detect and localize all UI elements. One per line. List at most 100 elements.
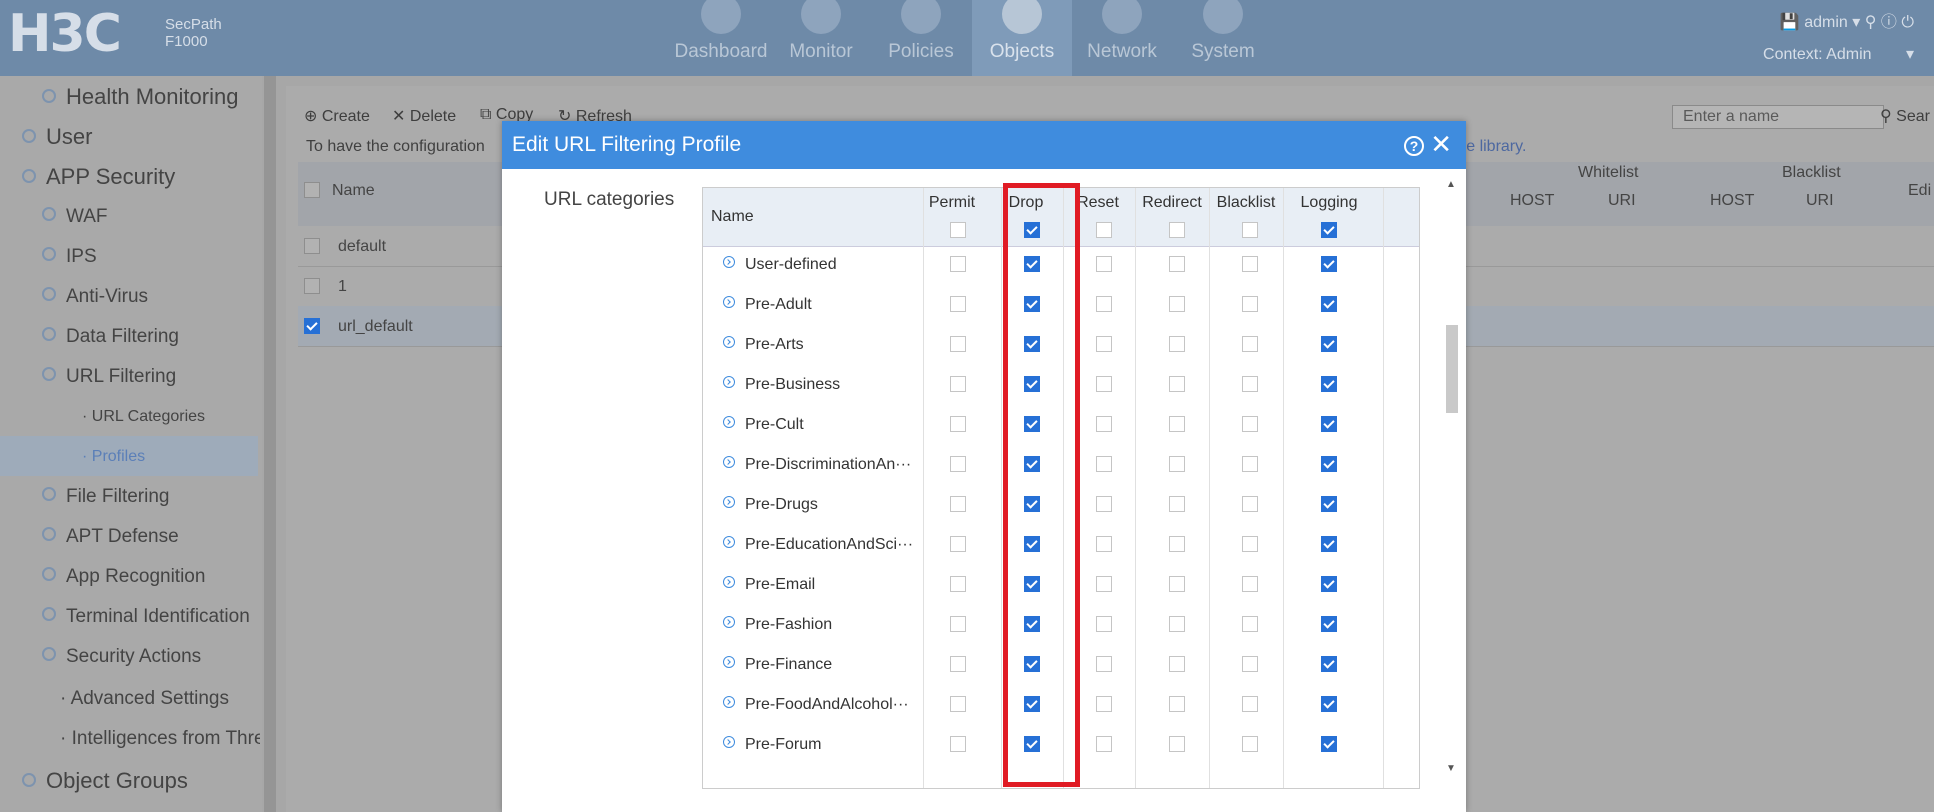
logging-checkbox[interactable] [1321,496,1337,512]
redirect-all-checkbox[interactable] [1169,222,1185,238]
redirect-checkbox[interactable] [1169,536,1185,552]
help-icon[interactable]: ⓘ [1881,14,1897,31]
blacklist-all-checkbox[interactable] [1242,222,1258,238]
logging-checkbox[interactable] [1321,616,1337,632]
logging-checkbox[interactable] [1321,576,1337,592]
delete-button[interactable]: ✕ Delete [392,106,456,126]
create-button[interactable]: ⊕ Create [304,106,370,126]
sidebar-item-security-actions[interactable]: Security Actions [42,646,201,668]
search-icon[interactable]: ⚲ [1865,14,1877,31]
select-all-checkbox[interactable] [304,182,320,198]
sidebar-item-waf[interactable]: WAF [42,206,108,228]
sidebar-item-url-filtering[interactable]: URL Filtering [42,366,176,388]
redirect-checkbox[interactable] [1169,496,1185,512]
logging-all-checkbox[interactable] [1321,222,1337,238]
row-checkbox[interactable] [304,278,320,294]
reset-checkbox[interactable] [1096,496,1112,512]
blacklist-checkbox[interactable] [1242,416,1258,432]
reset-checkbox[interactable] [1096,736,1112,752]
sidebar-item-data-filtering[interactable]: Data Filtering [42,326,179,348]
save-icon[interactable]: 💾 [1780,14,1800,31]
sidebar-item-object-groups[interactable]: Object Groups [22,768,188,794]
sidebar-item-anti-virus[interactable]: Anti-Virus [42,286,148,308]
reset-checkbox[interactable] [1096,696,1112,712]
logging-checkbox[interactable] [1321,416,1337,432]
scroll-thumb[interactable] [1446,325,1458,413]
sidebar-item-terminal-identification[interactable]: Terminal Identification [42,606,250,628]
redirect-checkbox[interactable] [1169,616,1185,632]
permit-checkbox[interactable] [950,336,966,352]
redirect-checkbox[interactable] [1169,696,1185,712]
blacklist-checkbox[interactable] [1242,296,1258,312]
permit-all-checkbox[interactable] [950,222,966,238]
permit-checkbox[interactable] [950,656,966,672]
sidebar-item-file-filtering[interactable]: File Filtering [42,486,169,508]
close-icon[interactable]: ✕ [1430,131,1452,157]
permit-checkbox[interactable] [950,256,966,272]
blacklist-checkbox[interactable] [1242,656,1258,672]
sidebar-item-app-recognition[interactable]: App Recognition [42,566,205,588]
blacklist-checkbox[interactable] [1242,696,1258,712]
user-menu[interactable]: 💾 admin ▾ ⚲ ⓘ ⏻ [1780,8,1914,32]
row-checkbox[interactable] [304,318,320,334]
blacklist-checkbox[interactable] [1242,456,1258,472]
sidebar-scrollbar[interactable] [264,76,276,812]
search-input[interactable]: Enter a name [1672,105,1884,129]
blacklist-checkbox[interactable] [1242,496,1258,512]
logging-checkbox[interactable] [1321,696,1337,712]
row-checkbox[interactable] [304,238,320,254]
logging-checkbox[interactable] [1321,376,1337,392]
logging-checkbox[interactable] [1321,536,1337,552]
redirect-checkbox[interactable] [1169,376,1185,392]
sidebar-item-url-categories[interactable]: · URL Categories [82,408,205,426]
redirect-checkbox[interactable] [1169,736,1185,752]
logging-checkbox[interactable] [1321,296,1337,312]
blacklist-checkbox[interactable] [1242,736,1258,752]
sidebar-item-profiles[interactable]: · Profiles [0,436,258,476]
reset-checkbox[interactable] [1096,616,1112,632]
reset-checkbox[interactable] [1096,256,1112,272]
blacklist-checkbox[interactable] [1242,536,1258,552]
nav-policies[interactable]: Policies [871,0,971,76]
permit-checkbox[interactable] [950,296,966,312]
dialog-scrollbar[interactable]: ▲ ▼ [1442,179,1462,779]
blacklist-checkbox[interactable] [1242,256,1258,272]
logging-checkbox[interactable] [1321,736,1337,752]
blacklist-checkbox[interactable] [1242,576,1258,592]
blacklist-checkbox[interactable] [1242,376,1258,392]
reset-checkbox[interactable] [1096,536,1112,552]
logging-checkbox[interactable] [1321,456,1337,472]
sidebar-item-user[interactable]: User [22,124,92,150]
reset-checkbox[interactable] [1096,296,1112,312]
permit-checkbox[interactable] [950,416,966,432]
reset-checkbox[interactable] [1096,336,1112,352]
permit-checkbox[interactable] [950,616,966,632]
help-icon[interactable]: ? [1404,136,1424,156]
sidebar-item-apt-defense[interactable]: APT Defense [42,526,179,548]
redirect-checkbox[interactable] [1169,456,1185,472]
sidebar-item-app-security[interactable]: APP Security [22,164,175,190]
reset-checkbox[interactable] [1096,376,1112,392]
logging-checkbox[interactable] [1321,656,1337,672]
redirect-checkbox[interactable] [1169,256,1185,272]
reset-checkbox[interactable] [1096,576,1112,592]
reset-checkbox[interactable] [1096,456,1112,472]
logging-checkbox[interactable] [1321,336,1337,352]
redirect-checkbox[interactable] [1169,576,1185,592]
sidebar-item-advanced-settings[interactable]: · Advanced Settings [60,688,229,710]
nav-dashboard[interactable]: Dashboard [671,0,771,76]
blacklist-checkbox[interactable] [1242,616,1258,632]
permit-checkbox[interactable] [950,736,966,752]
scroll-up-icon[interactable]: ▲ [1446,179,1456,190]
logging-checkbox[interactable] [1321,256,1337,272]
reset-checkbox[interactable] [1096,416,1112,432]
context-selector[interactable]: Context: Admin ▾ [1763,44,1914,64]
search-button[interactable]: ⚲ Sear [1880,106,1930,126]
nav-system[interactable]: System [1173,0,1273,76]
permit-checkbox[interactable] [950,456,966,472]
permit-checkbox[interactable] [950,576,966,592]
reset-all-checkbox[interactable] [1096,222,1112,238]
permit-checkbox[interactable] [950,536,966,552]
scroll-down-icon[interactable]: ▼ [1446,763,1456,774]
blacklist-checkbox[interactable] [1242,336,1258,352]
